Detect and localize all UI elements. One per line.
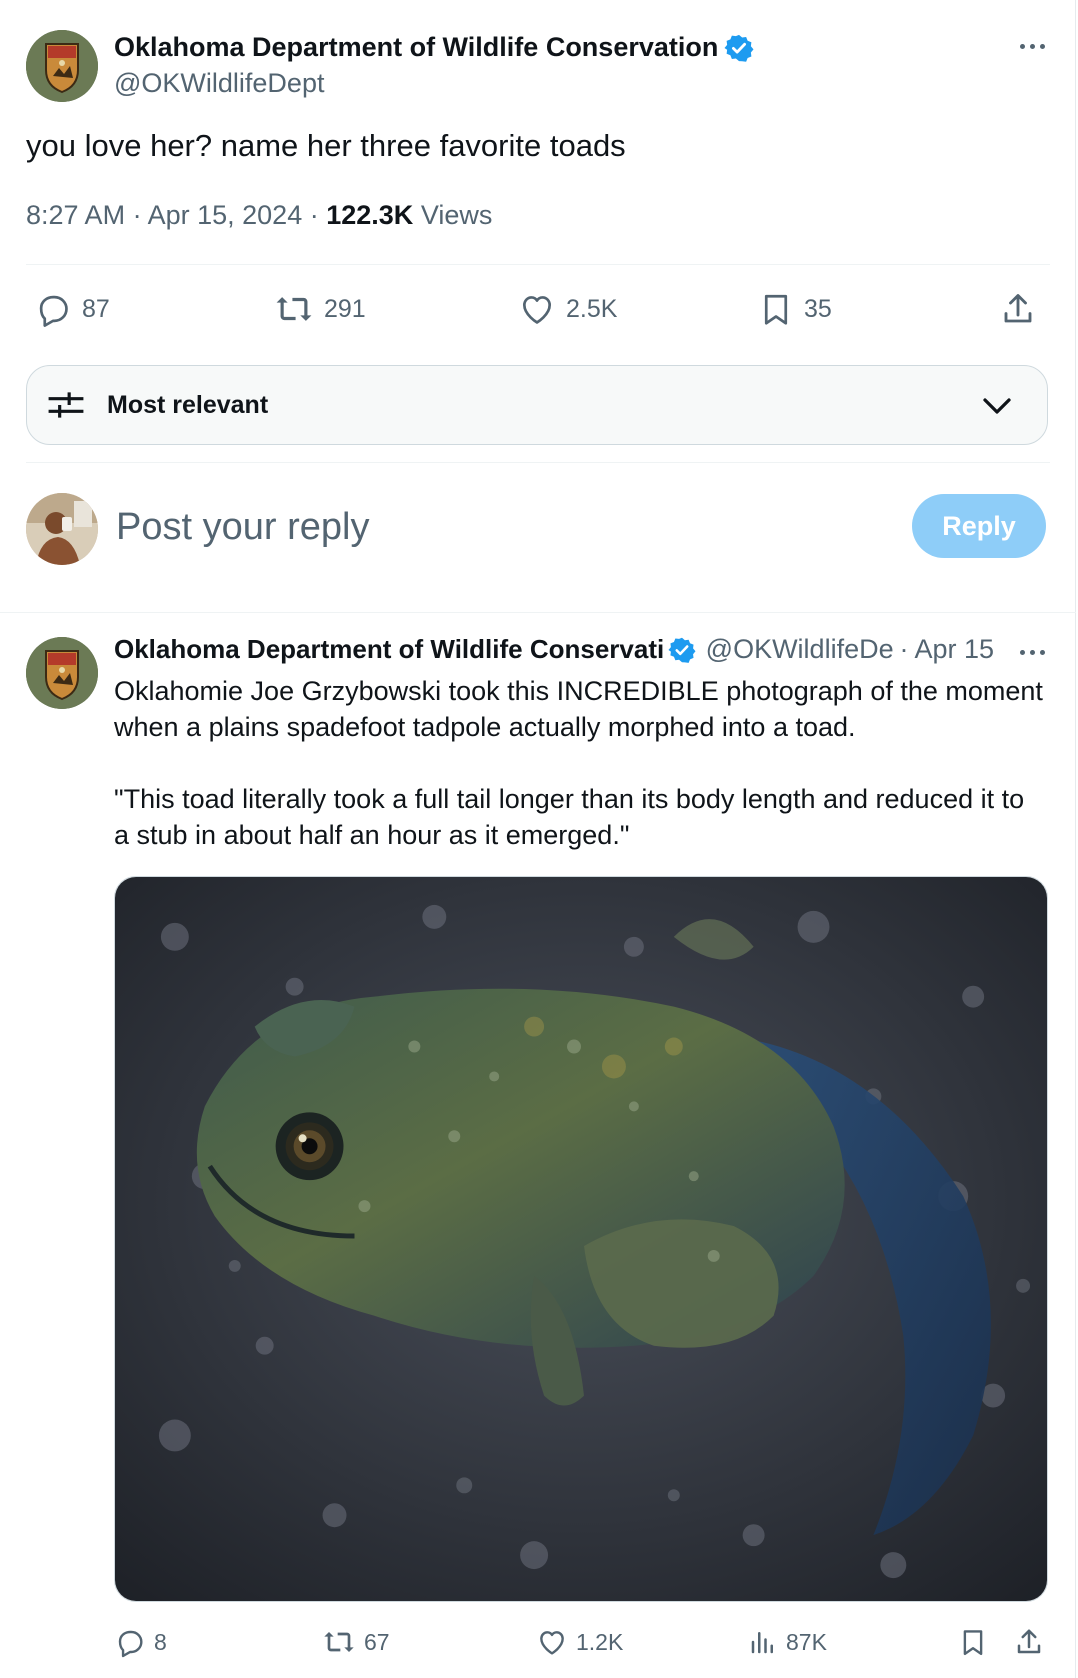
bookmark-icon [963,1630,983,1656]
reply-author-handle[interactable]: @OKWildlifeDe [706,634,894,665]
reply-header: Oklahoma Department of Wildlife Conserva… [114,634,994,665]
analytics-bars-icon [751,1632,773,1654]
sort-label: Most relevant [107,390,269,419]
tweet-date[interactable]: Apr 15, 2024 [148,200,303,230]
divider [26,264,1050,265]
toad-photo[interactable] [114,876,1048,1602]
reply-reply-count: 8 [154,1628,167,1655]
author-display-name[interactable]: Oklahoma Department of Wildlife Conserva… [114,32,718,63]
views-label: Views [420,200,493,230]
verified-badge-icon [724,34,754,62]
author-name-line: Oklahoma Department of Wildlife Conserva… [114,32,754,63]
reply-bookmark-action[interactable] [958,1626,988,1658]
user-photo [26,493,98,565]
column-border [1075,0,1076,1678]
sort-dropdown[interactable]: Most relevant [26,365,1048,445]
reply-text: Oklahomie Joe Grzybowski took this INCRE… [114,673,1044,853]
reply-input[interactable] [116,502,816,552]
reply-share-action[interactable] [1014,1626,1044,1658]
share-icon [1004,294,1032,323]
reply-author-avatar[interactable] [26,637,98,709]
like-action[interactable]: 2.5K [518,290,617,328]
filter-sliders-icon [48,392,84,418]
meta-separator: · [132,200,148,230]
reply-more-options-icon[interactable] [1012,640,1052,664]
reply-button[interactable]: Reply [912,494,1046,558]
repost-count: 291 [324,294,366,323]
reply-action[interactable]: 87 [34,290,110,328]
author-avatar[interactable] [26,30,98,102]
reply-views-action[interactable]: 87K [748,1626,827,1658]
divider [26,462,1050,463]
odwc-logo [26,30,98,102]
reply-paragraph: "This toad literally took a full tail lo… [114,784,1025,850]
like-count: 2.5K [566,294,618,323]
meta-separator: · [899,634,909,664]
views-count: 122.3K [326,200,414,230]
repost-icon [324,1632,354,1652]
meta-separator: · [309,200,327,230]
reply-paragraph: Oklahomie Joe Grzybowski took this INCRE… [114,676,1043,742]
reply-author-name[interactable]: Oklahoma Department of Wildlife Conserva… [114,634,664,665]
odwc-logo [26,637,98,709]
bookmark-count: 35 [804,294,832,323]
verified-badge-icon [668,637,696,663]
repost-action[interactable]: 291 [274,290,366,328]
tweet-detail-page: Oklahoma Department of Wildlife Conserva… [0,0,1078,1678]
heart-icon [522,296,552,324]
reply-views-count: 87K [786,1628,827,1655]
current-user-avatar[interactable] [26,493,98,565]
reply-icon [118,1630,143,1658]
reply-reply-action[interactable]: 8 [114,1626,167,1658]
reply-date[interactable]: Apr 15 [914,634,994,665]
reply-repost-count: 67 [364,1628,390,1655]
tweet-text: you love her? name her three favorite to… [26,128,626,163]
tweet-time[interactable]: 8:27 AM [26,200,125,230]
reply-like-action[interactable]: 1.2K [536,1626,623,1658]
heart-icon [540,1631,564,1655]
share-action[interactable] [1000,290,1036,328]
reply-repost-action[interactable]: 67 [322,1626,390,1658]
bookmark-action[interactable]: 35 [758,290,832,328]
share-icon [1017,1629,1041,1654]
section-divider [0,612,1076,613]
reply-like-count: 1.2K [576,1628,624,1655]
tweet-meta: 8:27 AM · Apr 15, 2024 · 122.3K Views [26,200,492,231]
reply-icon [39,295,68,327]
author-handle[interactable]: @OKWildlifeDept [114,68,324,99]
reply-count: 87 [82,294,110,323]
chevron-down-icon [983,398,1011,414]
bookmark-icon [764,294,788,325]
spadefoot-toad-image [115,877,1047,1601]
more-options-icon[interactable] [1012,34,1052,58]
repost-icon [276,297,312,321]
